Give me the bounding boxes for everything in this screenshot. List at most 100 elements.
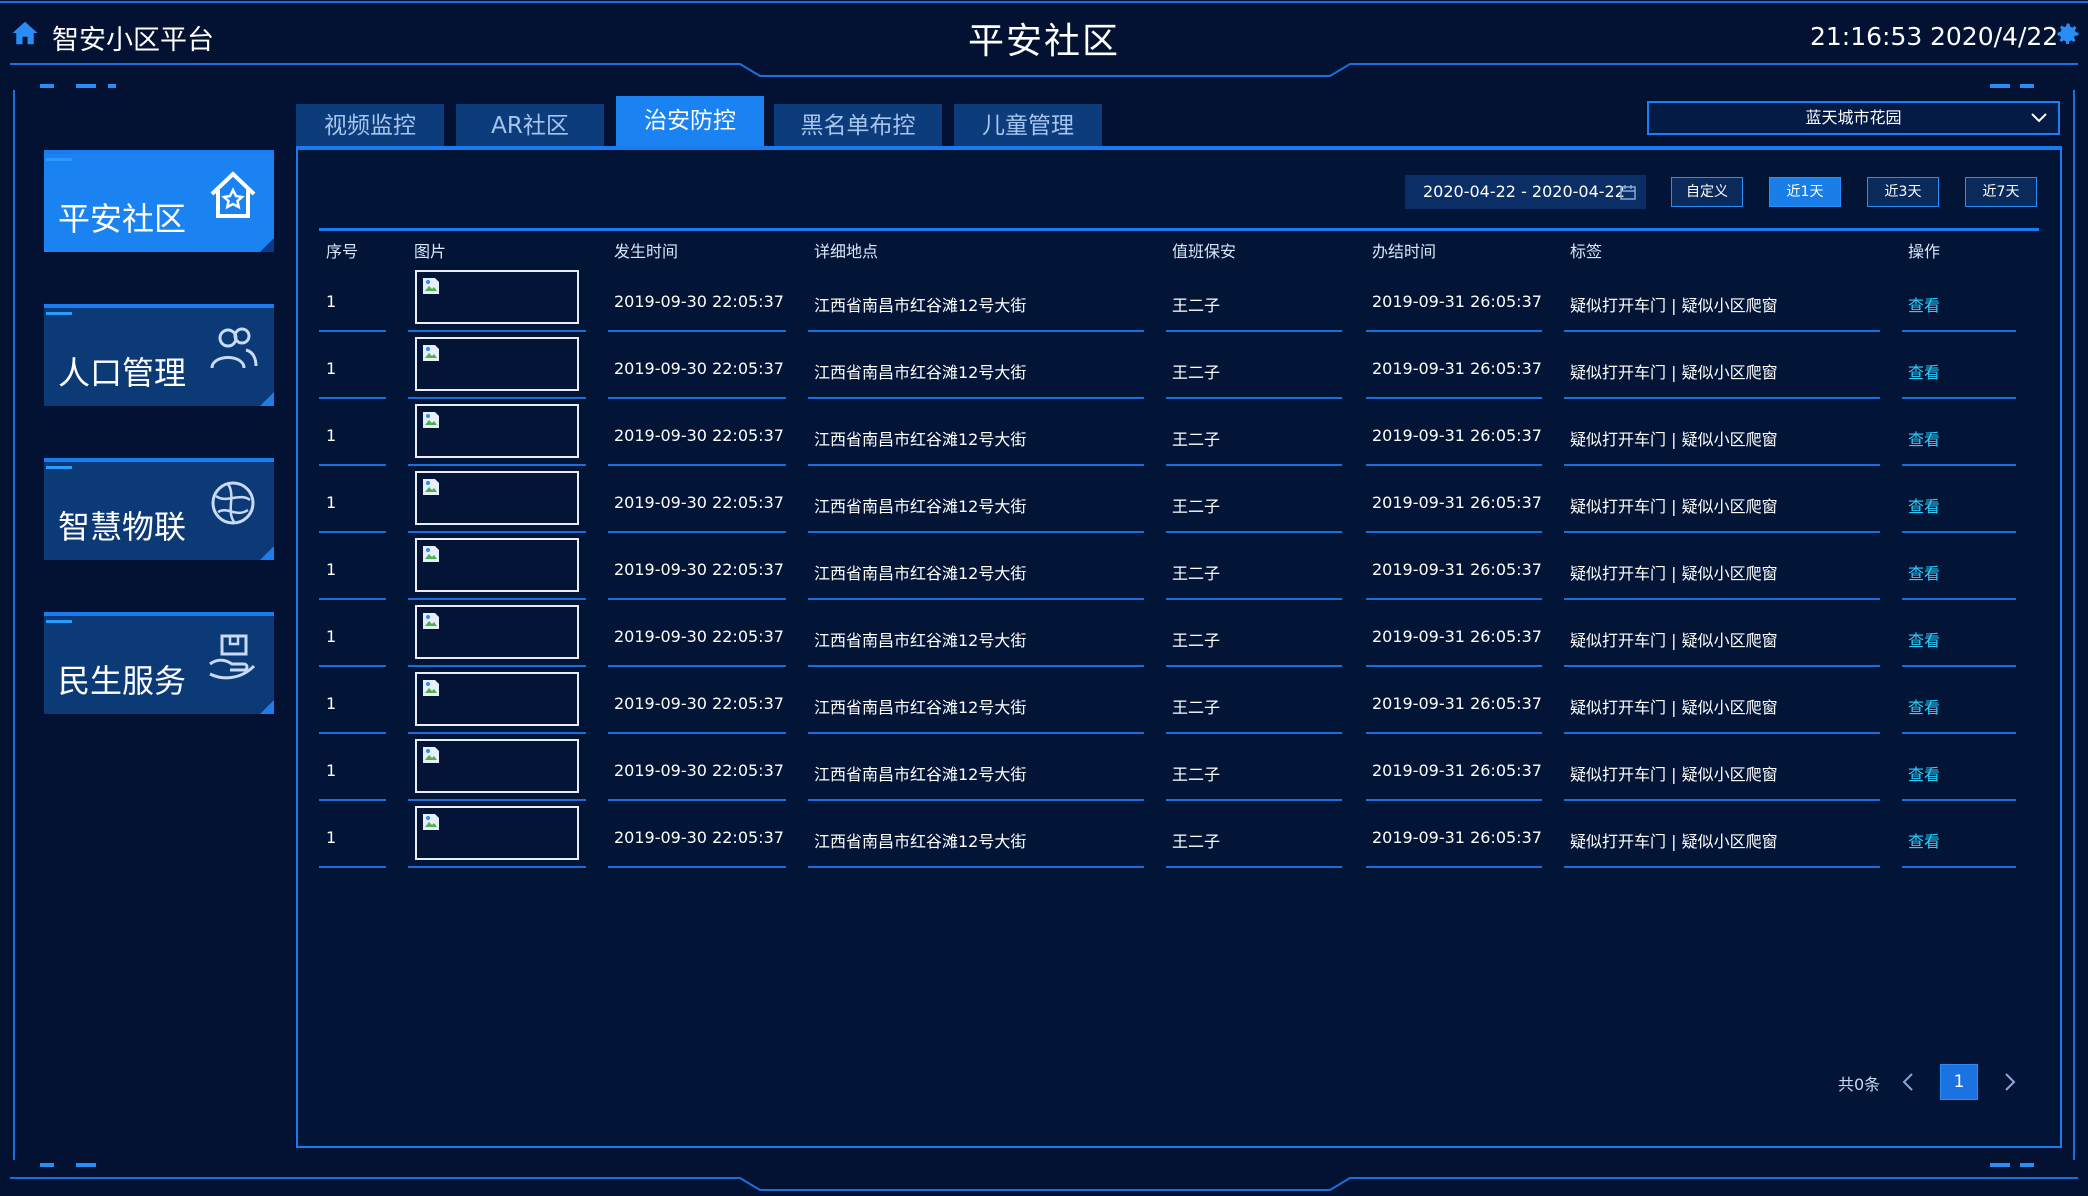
cell-no: 1 bbox=[326, 426, 337, 445]
card-corner bbox=[260, 700, 274, 714]
row-divider bbox=[1564, 330, 1880, 332]
row-divider bbox=[1166, 330, 1342, 332]
sidebar-item-label: 人口管理 bbox=[58, 354, 187, 392]
card-corner bbox=[260, 546, 274, 560]
sidebar-item-safe-community[interactable]: 平安社区 bbox=[44, 150, 274, 252]
cell-guard: 王二子 bbox=[1172, 430, 1221, 449]
chevron-left-icon[interactable] bbox=[1898, 1070, 1918, 1094]
cell-occur-time: 2019-09-30 22:05:37 bbox=[614, 493, 784, 512]
row-divider bbox=[1564, 531, 1880, 533]
cell-tag: 疑似打开车门 | 疑似小区爬窗 bbox=[1570, 296, 1778, 315]
event-thumbnail[interactable] bbox=[415, 538, 579, 592]
cell-no: 1 bbox=[326, 761, 337, 780]
row-divider bbox=[1366, 464, 1542, 466]
view-link[interactable]: 查看 bbox=[1908, 426, 1940, 450]
clock-time: 21:16:53 bbox=[1810, 22, 1923, 51]
row-divider bbox=[1902, 866, 2016, 868]
view-link[interactable]: 查看 bbox=[1908, 694, 1940, 718]
event-thumbnail[interactable] bbox=[415, 337, 579, 391]
view-link[interactable]: 查看 bbox=[1908, 560, 1940, 584]
view-link[interactable]: 查看 bbox=[1908, 359, 1940, 383]
row-divider bbox=[1902, 799, 2016, 801]
row-divider bbox=[1564, 732, 1880, 734]
tab-blacklist[interactable]: 黑名单布控 bbox=[774, 104, 942, 148]
card-tick bbox=[46, 158, 72, 161]
cell-no: 1 bbox=[326, 359, 337, 378]
community-select-value: 蓝天城市花园 bbox=[1805, 108, 1902, 127]
last-7-days-button[interactable]: 近7天 bbox=[1965, 177, 2037, 207]
cell-guard: 王二子 bbox=[1172, 564, 1221, 583]
event-thumbnail[interactable] bbox=[415, 404, 579, 458]
cell-no: 1 bbox=[326, 560, 337, 579]
row-divider bbox=[408, 665, 586, 667]
hand-box-icon bbox=[209, 634, 256, 680]
view-link[interactable]: 查看 bbox=[1908, 761, 1940, 785]
row-divider bbox=[1366, 531, 1542, 533]
cell-no: 1 bbox=[326, 694, 337, 713]
broken-image-icon bbox=[423, 278, 439, 294]
event-thumbnail[interactable] bbox=[415, 471, 579, 525]
sidebar-item-population[interactable]: 人口管理 bbox=[44, 304, 274, 406]
tab-security-control[interactable]: 治安防控 bbox=[616, 96, 764, 150]
broken-image-icon bbox=[423, 613, 439, 629]
event-thumbnail[interactable] bbox=[415, 605, 579, 659]
row-divider bbox=[1564, 665, 1880, 667]
clock-date: 2020/4/22 bbox=[1930, 22, 2059, 51]
event-thumbnail[interactable] bbox=[415, 739, 579, 793]
cell-done-time: 2019-09-31 26:05:37 bbox=[1372, 426, 1542, 445]
date-range-value: 2020-04-22 - 2020-04-22 bbox=[1423, 182, 1625, 201]
view-link[interactable]: 查看 bbox=[1908, 493, 1940, 517]
row-divider bbox=[408, 464, 586, 466]
last-3-days-button[interactable]: 近3天 bbox=[1867, 177, 1939, 207]
custom-range-button[interactable]: 自定义 bbox=[1671, 177, 1743, 207]
row-divider bbox=[1564, 866, 1880, 868]
cell-place: 江西省南昌市红谷滩12号大街 bbox=[814, 698, 1027, 717]
cell-guard: 王二子 bbox=[1172, 296, 1221, 315]
gear-icon[interactable] bbox=[2054, 20, 2082, 48]
header-no: 序号 bbox=[326, 242, 359, 261]
row-divider bbox=[1564, 598, 1880, 600]
sidebar-item-label: 智慧物联 bbox=[58, 508, 187, 546]
sidebar-item-iot[interactable]: 智慧物联 bbox=[44, 458, 274, 560]
event-thumbnail[interactable] bbox=[415, 672, 579, 726]
row-divider bbox=[319, 464, 386, 466]
tab-video-monitor[interactable]: 视频监控 bbox=[296, 104, 444, 148]
row-divider bbox=[408, 866, 586, 868]
cell-done-time: 2019-09-31 26:05:37 bbox=[1372, 761, 1542, 780]
cell-place: 江西省南昌市红谷滩12号大街 bbox=[814, 296, 1027, 315]
row-divider bbox=[1564, 799, 1880, 801]
row-divider bbox=[1366, 732, 1542, 734]
cell-place: 江西省南昌市红谷滩12号大街 bbox=[814, 363, 1027, 382]
view-link[interactable]: 查看 bbox=[1908, 292, 1940, 316]
row-divider bbox=[408, 799, 586, 801]
event-thumbnail[interactable] bbox=[415, 270, 579, 324]
row-divider bbox=[808, 732, 1144, 734]
cell-occur-time: 2019-09-30 22:05:37 bbox=[614, 694, 784, 713]
globe-icon bbox=[211, 481, 255, 525]
cell-occur-time: 2019-09-30 22:05:37 bbox=[614, 359, 784, 378]
tab-ar-community[interactable]: AR社区 bbox=[456, 104, 604, 148]
broken-image-icon bbox=[423, 412, 439, 428]
event-thumbnail[interactable] bbox=[415, 806, 579, 860]
row-divider bbox=[319, 866, 386, 868]
chevron-right-icon[interactable] bbox=[2000, 1070, 2020, 1094]
header-place: 详细地点 bbox=[814, 242, 879, 261]
view-link[interactable]: 查看 bbox=[1908, 828, 1940, 852]
row-divider bbox=[408, 732, 586, 734]
row-divider bbox=[319, 531, 386, 533]
card-corner bbox=[260, 392, 274, 406]
cell-no: 1 bbox=[326, 493, 337, 512]
row-divider bbox=[608, 665, 786, 667]
cell-occur-time: 2019-09-30 22:05:37 bbox=[614, 426, 784, 445]
row-divider bbox=[1166, 531, 1342, 533]
row-divider bbox=[808, 866, 1144, 868]
date-range-picker[interactable]: 2020-04-22 - 2020-04-22 bbox=[1405, 175, 1646, 209]
community-select[interactable]: 蓝天城市花园 bbox=[1647, 101, 2060, 135]
sidebar-item-livelihood[interactable]: 民生服务 bbox=[44, 612, 274, 714]
row-divider bbox=[1366, 397, 1542, 399]
cell-occur-time: 2019-09-30 22:05:37 bbox=[614, 627, 784, 646]
last-1-day-button[interactable]: 近1天 bbox=[1769, 177, 1841, 207]
view-link[interactable]: 查看 bbox=[1908, 627, 1940, 651]
tab-children[interactable]: 儿童管理 bbox=[954, 104, 1102, 148]
pagination-current-page[interactable]: 1 bbox=[1940, 1064, 1978, 1100]
